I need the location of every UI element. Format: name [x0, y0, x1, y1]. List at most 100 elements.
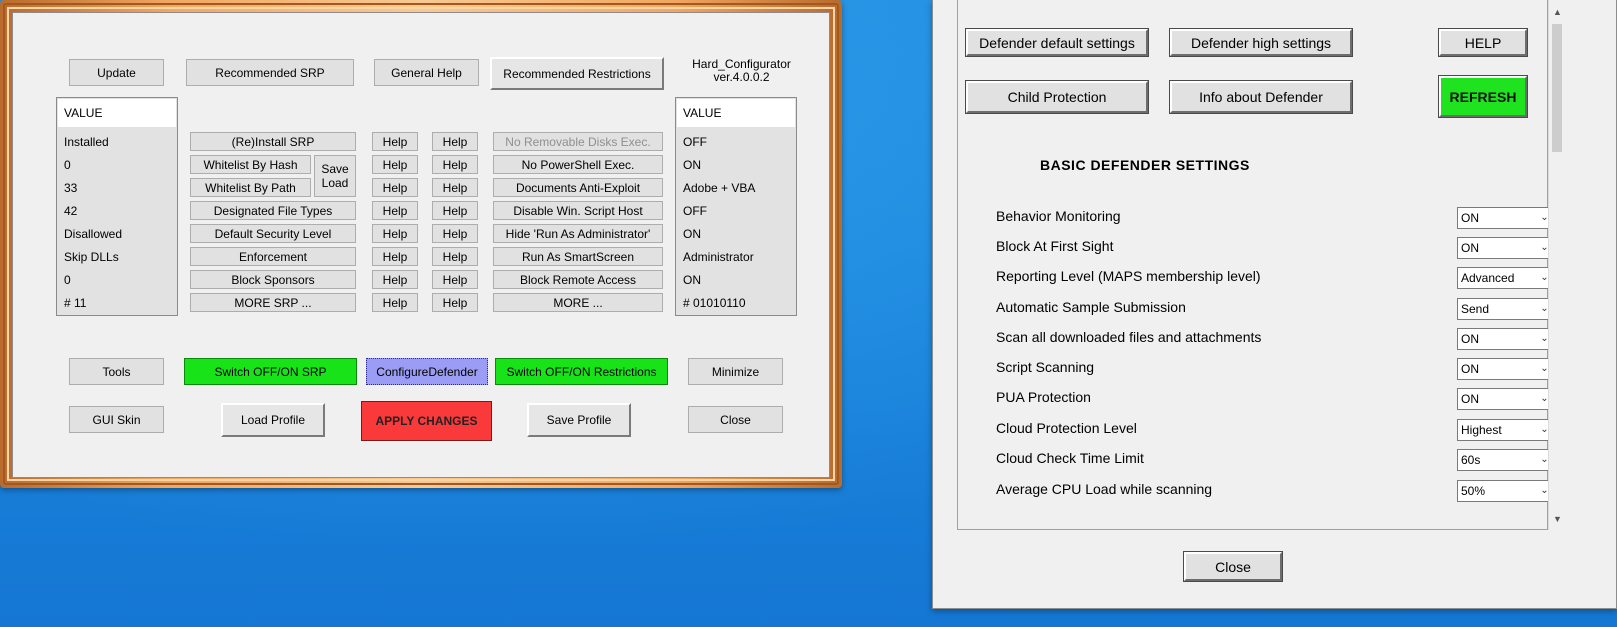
- apply-changes-button[interactable]: APPLY CHANGES: [361, 401, 492, 441]
- info-about-defender-button[interactable]: Info about Defender: [1169, 80, 1353, 114]
- load-label: Load: [321, 176, 349, 190]
- default-security-level-button[interactable]: Default Security Level: [190, 224, 356, 243]
- srp-help-button[interactable]: Help: [372, 155, 418, 174]
- cloud-check-time-select[interactable]: 60s ⌄: [1457, 449, 1554, 471]
- srp-help-button[interactable]: Help: [372, 178, 418, 197]
- restriction-help-button[interactable]: Help: [432, 293, 478, 312]
- scan-downloads-select[interactable]: ON ⌄: [1457, 328, 1554, 350]
- disable-script-host-button[interactable]: Disable Win. Script Host: [493, 201, 663, 220]
- switch-srp-button[interactable]: Switch OFF/ON SRP: [184, 358, 357, 385]
- help-label: Help: [442, 180, 468, 195]
- hide-run-as-admin-button[interactable]: Hide 'Run As Administrator': [493, 224, 663, 243]
- recommended-restrictions-label: Recommended Restrictions: [503, 66, 651, 81]
- no-removable-disks-exec-button[interactable]: No Removable Disks Exec.: [493, 132, 663, 151]
- restriction-help-button[interactable]: Help: [432, 178, 478, 197]
- srp-help-button[interactable]: Help: [372, 224, 418, 243]
- restriction-label: Block Remote Access: [519, 272, 637, 287]
- recommended-srp-button[interactable]: Recommended SRP: [186, 59, 354, 86]
- restriction-label: No Removable Disks Exec.: [505, 134, 651, 149]
- pua-protection-select[interactable]: ON ⌄: [1457, 388, 1554, 410]
- help-label: Help: [442, 226, 468, 241]
- reinstall-srp-button[interactable]: (Re)Install SRP: [190, 132, 356, 151]
- setting-label-reporting-level: Reporting Level (MAPS membership level): [996, 268, 1261, 284]
- general-help-label: General Help: [391, 65, 462, 80]
- restriction-help-button[interactable]: Help: [432, 247, 478, 266]
- save-load-button[interactable]: Save Load: [314, 155, 356, 197]
- general-help-button[interactable]: General Help: [374, 59, 479, 86]
- vertical-scrollbar[interactable]: ▲ ▼: [1548, 0, 1565, 530]
- restriction-help-button[interactable]: Help: [432, 224, 478, 243]
- more-restrictions-button[interactable]: MORE ...: [493, 293, 663, 312]
- switch-restrictions-button[interactable]: Switch OFF/ON Restrictions: [495, 358, 668, 385]
- cpu-load-select[interactable]: 50% ⌄: [1457, 480, 1554, 502]
- run-as-smartscreen-button[interactable]: Run As SmartScreen: [493, 247, 663, 266]
- enforcement-button[interactable]: Enforcement: [190, 247, 356, 266]
- restriction-value-header: VALUE: [677, 99, 795, 127]
- defender-close-button[interactable]: Close: [1183, 551, 1283, 582]
- gui-skin-button[interactable]: GUI Skin: [69, 406, 164, 433]
- srp-button-label: Enforcement: [238, 249, 308, 264]
- help-label: Help: [382, 203, 408, 218]
- help-label: Help: [442, 249, 468, 264]
- srp-button-label: Whitelist By Hash: [203, 157, 298, 172]
- setting-label-behavior-monitoring: Behavior Monitoring: [996, 208, 1121, 224]
- no-powershell-exec-button[interactable]: No PowerShell Exec.: [493, 155, 663, 174]
- behavior-monitoring-select[interactable]: ON ⌄: [1457, 207, 1554, 229]
- defender-high-settings-button[interactable]: Defender high settings: [1169, 28, 1353, 57]
- srp-button-label: Default Security Level: [214, 226, 332, 241]
- scroll-up-icon[interactable]: ▲: [1549, 4, 1566, 21]
- defender-default-settings-button[interactable]: Defender default settings: [965, 28, 1149, 57]
- recommended-restrictions-button[interactable]: Recommended Restrictions: [490, 57, 664, 90]
- tools-button[interactable]: Tools: [69, 358, 164, 385]
- srp-value-item: 42: [64, 204, 78, 218]
- info-about-defender-label: Info about Defender: [1199, 89, 1323, 105]
- restriction-help-button[interactable]: Help: [432, 201, 478, 220]
- help-label: HELP: [1464, 34, 1502, 51]
- minimize-button[interactable]: Minimize: [688, 358, 783, 385]
- scroll-down-icon[interactable]: ▼: [1549, 511, 1566, 528]
- documents-anti-exploit-button[interactable]: Documents Anti-Exploit: [493, 178, 663, 197]
- restriction-value-item: ON: [683, 227, 701, 241]
- srp-help-button[interactable]: Help: [372, 270, 418, 289]
- reporting-level-select[interactable]: Advanced ⌄: [1457, 267, 1554, 289]
- close-button[interactable]: Close: [688, 406, 783, 433]
- load-profile-button[interactable]: Load Profile: [221, 403, 325, 437]
- srp-button-label: Whitelist By Path: [205, 180, 296, 195]
- block-remote-access-button[interactable]: Block Remote Access: [493, 270, 663, 289]
- restriction-value-item: ON: [683, 273, 701, 287]
- srp-button-label: (Re)Install SRP: [231, 134, 315, 149]
- block-sponsors-button[interactable]: Block Sponsors: [190, 270, 356, 289]
- child-protection-button[interactable]: Child Protection: [965, 80, 1149, 114]
- select-value: ON: [1461, 241, 1479, 255]
- minimize-label: Minimize: [711, 364, 760, 379]
- scrollbar-thumb[interactable]: [1552, 24, 1562, 152]
- setting-label-cloud-check-time: Cloud Check Time Limit: [996, 450, 1144, 466]
- save-profile-button[interactable]: Save Profile: [527, 403, 631, 437]
- script-scanning-select[interactable]: ON ⌄: [1457, 358, 1554, 380]
- srp-button-label: Designated File Types: [213, 203, 333, 218]
- configure-defender-button[interactable]: ConfigureDefender: [366, 358, 488, 385]
- whitelist-by-hash-button[interactable]: Whitelist By Hash: [190, 155, 311, 174]
- defender-high-settings-label: Defender high settings: [1190, 34, 1332, 51]
- setting-label-cloud-protection-level: Cloud Protection Level: [996, 420, 1137, 436]
- cloud-protection-level-select[interactable]: Highest ⌄: [1457, 419, 1554, 441]
- whitelist-by-path-button[interactable]: Whitelist By Path: [190, 178, 311, 197]
- srp-help-button[interactable]: Help: [372, 132, 418, 151]
- srp-help-button[interactable]: Help: [372, 293, 418, 312]
- sample-submission-select[interactable]: Send ⌄: [1457, 298, 1554, 320]
- block-first-sight-select[interactable]: ON ⌄: [1457, 237, 1554, 259]
- designated-file-types-button[interactable]: Designated File Types: [190, 201, 356, 220]
- help-button[interactable]: HELP: [1438, 28, 1528, 57]
- srp-help-button[interactable]: Help: [372, 201, 418, 220]
- refresh-button[interactable]: REFRESH: [1438, 75, 1528, 118]
- restriction-help-button[interactable]: Help: [432, 270, 478, 289]
- update-button[interactable]: Update: [69, 59, 164, 86]
- setting-label-sample-submission: Automatic Sample Submission: [996, 299, 1186, 315]
- restriction-value-item: # 01010110: [683, 296, 746, 310]
- help-label: Help: [382, 180, 408, 195]
- srp-help-button[interactable]: Help: [372, 247, 418, 266]
- help-label: Help: [442, 157, 468, 172]
- restriction-help-button[interactable]: Help: [432, 155, 478, 174]
- more-srp-button[interactable]: MORE SRP ...: [190, 293, 356, 312]
- restriction-help-button[interactable]: Help: [432, 132, 478, 151]
